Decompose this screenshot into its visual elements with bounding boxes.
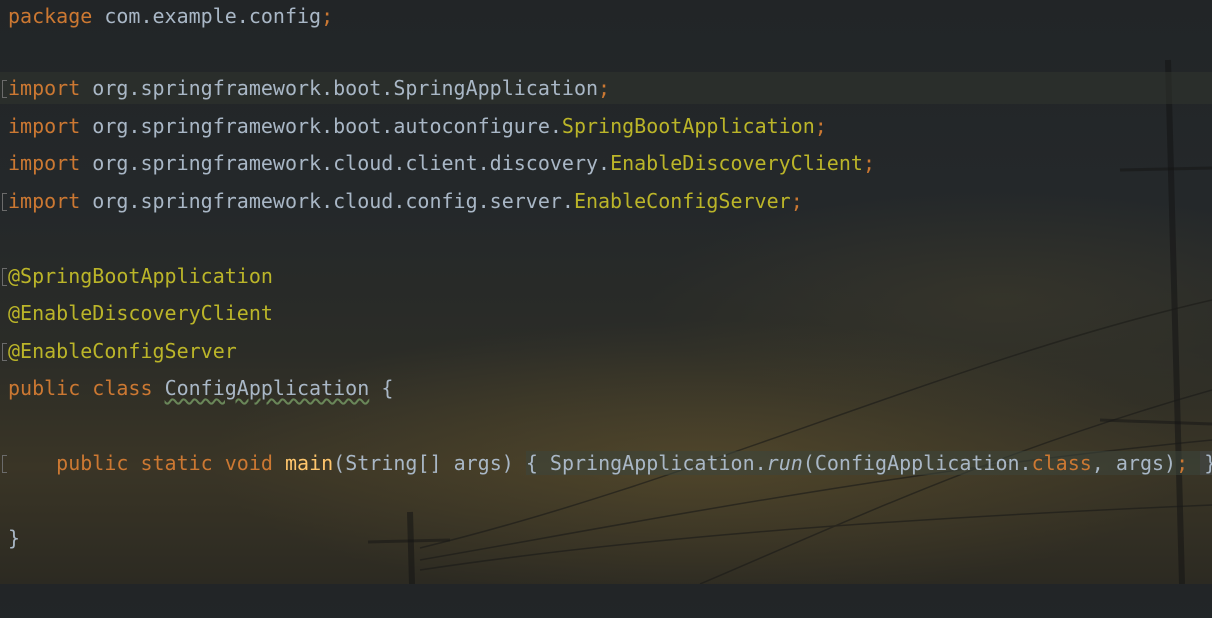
- code-editor[interactable]: package com.example.config; import org.s…: [0, 0, 1212, 584]
- fold-marker-icon[interactable]: [2, 193, 7, 211]
- code-line-annotation-2[interactable]: @EnableDiscoveryClient: [0, 297, 1212, 329]
- import-package: org.springframework.cloud.client.discove…: [92, 151, 611, 175]
- import-class: SpringApplication: [393, 76, 599, 100]
- import-package: org.springframework.boot.: [92, 76, 394, 100]
- semicolon: ;: [1176, 451, 1189, 475]
- keyword-void: void: [224, 451, 273, 475]
- semicolon: ;: [790, 189, 803, 213]
- annotation-enable-config-server: @EnableConfigServer: [8, 339, 237, 363]
- fold-marker-icon[interactable]: [2, 268, 7, 286]
- close-brace: }: [1200, 451, 1212, 475]
- keyword-public: public: [8, 376, 81, 400]
- method-params: (String[] args): [333, 451, 514, 475]
- call-method: run: [766, 451, 803, 475]
- code-line-import-2[interactable]: import org.springframework.boot.autoconf…: [0, 110, 1212, 142]
- keyword-class: class: [92, 376, 153, 400]
- class-name: ConfigApplication: [164, 376, 370, 400]
- fold-marker-icon[interactable]: [2, 80, 7, 98]
- keyword-import: import: [8, 114, 81, 138]
- keyword-import: import: [8, 189, 81, 213]
- import-package: org.springframework.cloud.config.server.: [92, 189, 574, 213]
- code-line-package[interactable]: package com.example.config;: [0, 0, 1212, 32]
- semicolon: ;: [321, 4, 334, 28]
- semicolon: ;: [862, 151, 875, 175]
- code-line-import-1[interactable]: import org.springframework.boot.SpringAp…: [0, 72, 1212, 104]
- open-brace: {: [525, 451, 538, 475]
- code-line-class-declaration[interactable]: public class ConfigApplication {: [0, 372, 1212, 404]
- code-line-annotation-1[interactable]: @SpringBootApplication: [0, 260, 1212, 292]
- code-line-import-3[interactable]: import org.springframework.cloud.client.…: [0, 147, 1212, 179]
- code-line-close-brace[interactable]: }: [0, 522, 1212, 554]
- keyword-import: import: [8, 151, 81, 175]
- call-args-start: (ConfigApplication.: [802, 451, 1032, 475]
- fold-marker-icon[interactable]: [2, 343, 7, 361]
- annotation-enable-discovery-client: @EnableDiscoveryClient: [8, 301, 273, 325]
- keyword-static: static: [140, 451, 213, 475]
- folded-method-body[interactable]: { SpringApplication.run(ConfigApplicatio…: [525, 451, 1212, 475]
- code-line-annotation-3[interactable]: @EnableConfigServer: [0, 335, 1212, 367]
- import-package: org.springframework.boot.autoconfigure.: [92, 114, 562, 138]
- annotation-spring-boot-application: @SpringBootApplication: [8, 264, 273, 288]
- call-class: SpringApplication.: [549, 451, 767, 475]
- code-line-main-method[interactable]: public static void main(String[] args) {…: [0, 447, 1212, 479]
- package-name: com.example.config: [104, 4, 322, 28]
- close-brace: }: [8, 526, 21, 550]
- fold-marker-icon[interactable]: [2, 455, 7, 473]
- keyword-public: public: [56, 451, 129, 475]
- method-name: main: [284, 451, 334, 475]
- code-line-import-4[interactable]: import org.springframework.cloud.config.…: [0, 185, 1212, 217]
- keyword-package: package: [8, 4, 93, 28]
- semicolon: ;: [598, 76, 611, 100]
- import-class: EnableDiscoveryClient: [610, 151, 863, 175]
- import-class: SpringBootApplication: [561, 114, 815, 138]
- semicolon: ;: [814, 114, 827, 138]
- open-brace: {: [381, 376, 394, 400]
- call-args-rest: , args): [1091, 451, 1177, 475]
- keyword-import: import: [8, 76, 81, 100]
- import-class: EnableConfigServer: [573, 189, 791, 213]
- keyword-class-literal: class: [1031, 451, 1092, 475]
